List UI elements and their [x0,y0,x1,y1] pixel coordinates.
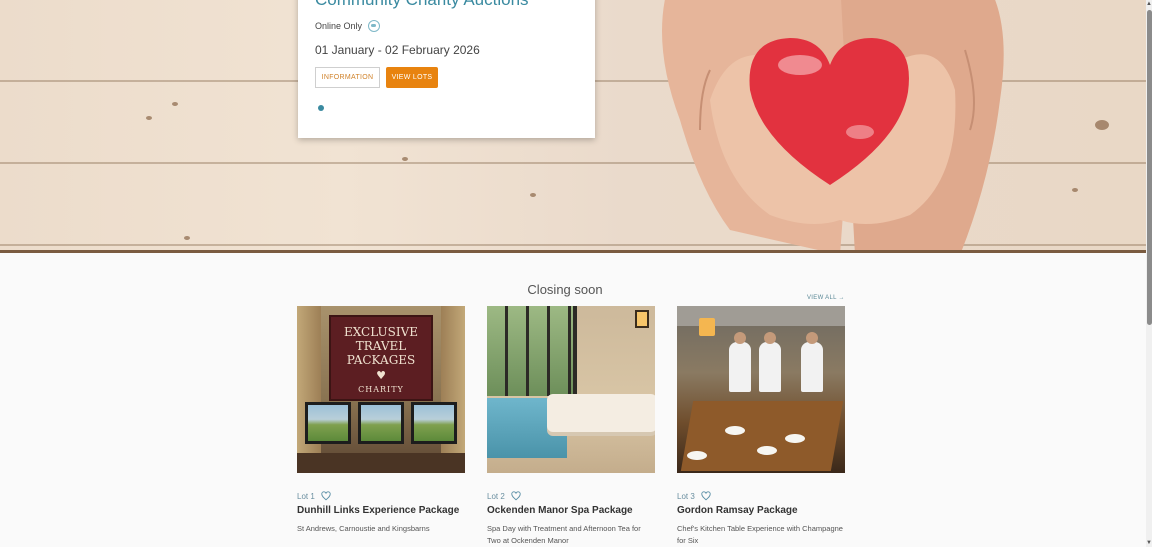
table [297,453,465,473]
curtain [297,306,321,473]
travel-poster: EXCLUSIVE TRAVEL PACKAGES ♥ CHARITY [329,315,433,401]
chef [801,332,823,392]
heart-outline-icon[interactable] [701,491,711,501]
lot-description: Chef's Kitchen Table Experience with Cha… [677,524,843,545]
hands-holding-heart-image [662,0,1004,253]
carousel-dot[interactable] [318,105,324,111]
hero-divider [0,250,1146,253]
scroll-up-icon[interactable]: ▲ [1146,0,1152,8]
wood-knot [172,102,178,106]
lot-meta: Lot 3 [677,491,845,501]
golf-picture [305,402,351,444]
chef [729,332,751,392]
information-button[interactable]: INFORMATION [315,67,380,88]
lot-number: Lot 1 [297,491,315,501]
view-all-link[interactable]: VIEW ALL → [807,295,845,301]
window-frame [487,306,577,396]
lot-image[interactable] [677,306,845,473]
lot-number: Lot 3 [677,491,695,501]
lot-title[interactable]: Ockenden Manor Spa Package [487,505,655,517]
plate [757,446,777,455]
auction-title[interactable]: Community Charity Auctions [315,0,529,10]
massage-bed [547,394,655,432]
poster-text: EXCLUSIVE [343,325,419,339]
poster-text: CHARITY [358,385,404,394]
view-lots-button[interactable]: VIEW LOTS [386,67,438,88]
heart-outline-icon[interactable] [511,491,521,501]
vertical-scrollbar[interactable]: ▲ ▼ [1146,0,1152,547]
wood-knot [530,193,536,197]
wood-knot [184,236,190,240]
scroll-thumb[interactable] [1147,10,1152,325]
heart-icon: ♥ [376,369,386,382]
dining-table [680,401,844,471]
poster-text: PACKAGES [346,353,416,367]
lamp [699,318,715,336]
hero-banner: Community Charity Auctions Online Only 0… [0,0,1146,253]
plate [725,426,745,435]
lamp [635,310,649,328]
lot-description: Spa Day with Treatment and Afternoon Tea… [487,524,641,545]
heart-outline-icon[interactable] [321,491,331,501]
poster-text: TRAVEL [355,339,407,353]
lot-title[interactable]: Dunhill Links Experience Package [297,505,465,517]
lot-meta: Lot 1 [297,491,465,501]
auction-info-card: Community Charity Auctions Online Only 0… [298,0,595,138]
globe-icon [368,20,381,32]
lot-description: St Andrews, Carnoustie and Kingsbarns [297,524,430,533]
lot-title[interactable]: Gordon Ramsay Package [677,505,845,517]
auction-dates: 01 January - 02 February 2026 [315,43,480,57]
scroll-down-icon[interactable]: ▼ [1146,539,1152,547]
plate [785,434,805,443]
availability-label: Online Only [315,21,363,31]
availability-row: Online Only [315,20,381,32]
wood-knot [1072,188,1078,192]
lot-meta: Lot 2 [487,491,655,501]
chef [759,332,781,392]
lot-image[interactable] [487,306,655,473]
section-heading: Closing soon [527,282,603,297]
lot-card[interactable]: EXCLUSIVE TRAVEL PACKAGES ♥ CHARITY Lot … [297,306,465,535]
lot-image[interactable]: EXCLUSIVE TRAVEL PACKAGES ♥ CHARITY [297,306,465,473]
golf-picture [411,402,457,444]
curtain [441,306,465,473]
lot-number: Lot 2 [487,491,505,501]
lot-card[interactable]: Lot 2 Ockenden Manor Spa Package Spa Day… [487,306,655,547]
golf-picture [358,402,404,444]
lot-card[interactable]: Lot 3 Gordon Ramsay Package Chef's Kitch… [677,306,845,547]
wood-knot [402,157,408,161]
wood-knot [1095,120,1109,130]
plate [687,451,707,460]
wood-knot [146,116,152,120]
